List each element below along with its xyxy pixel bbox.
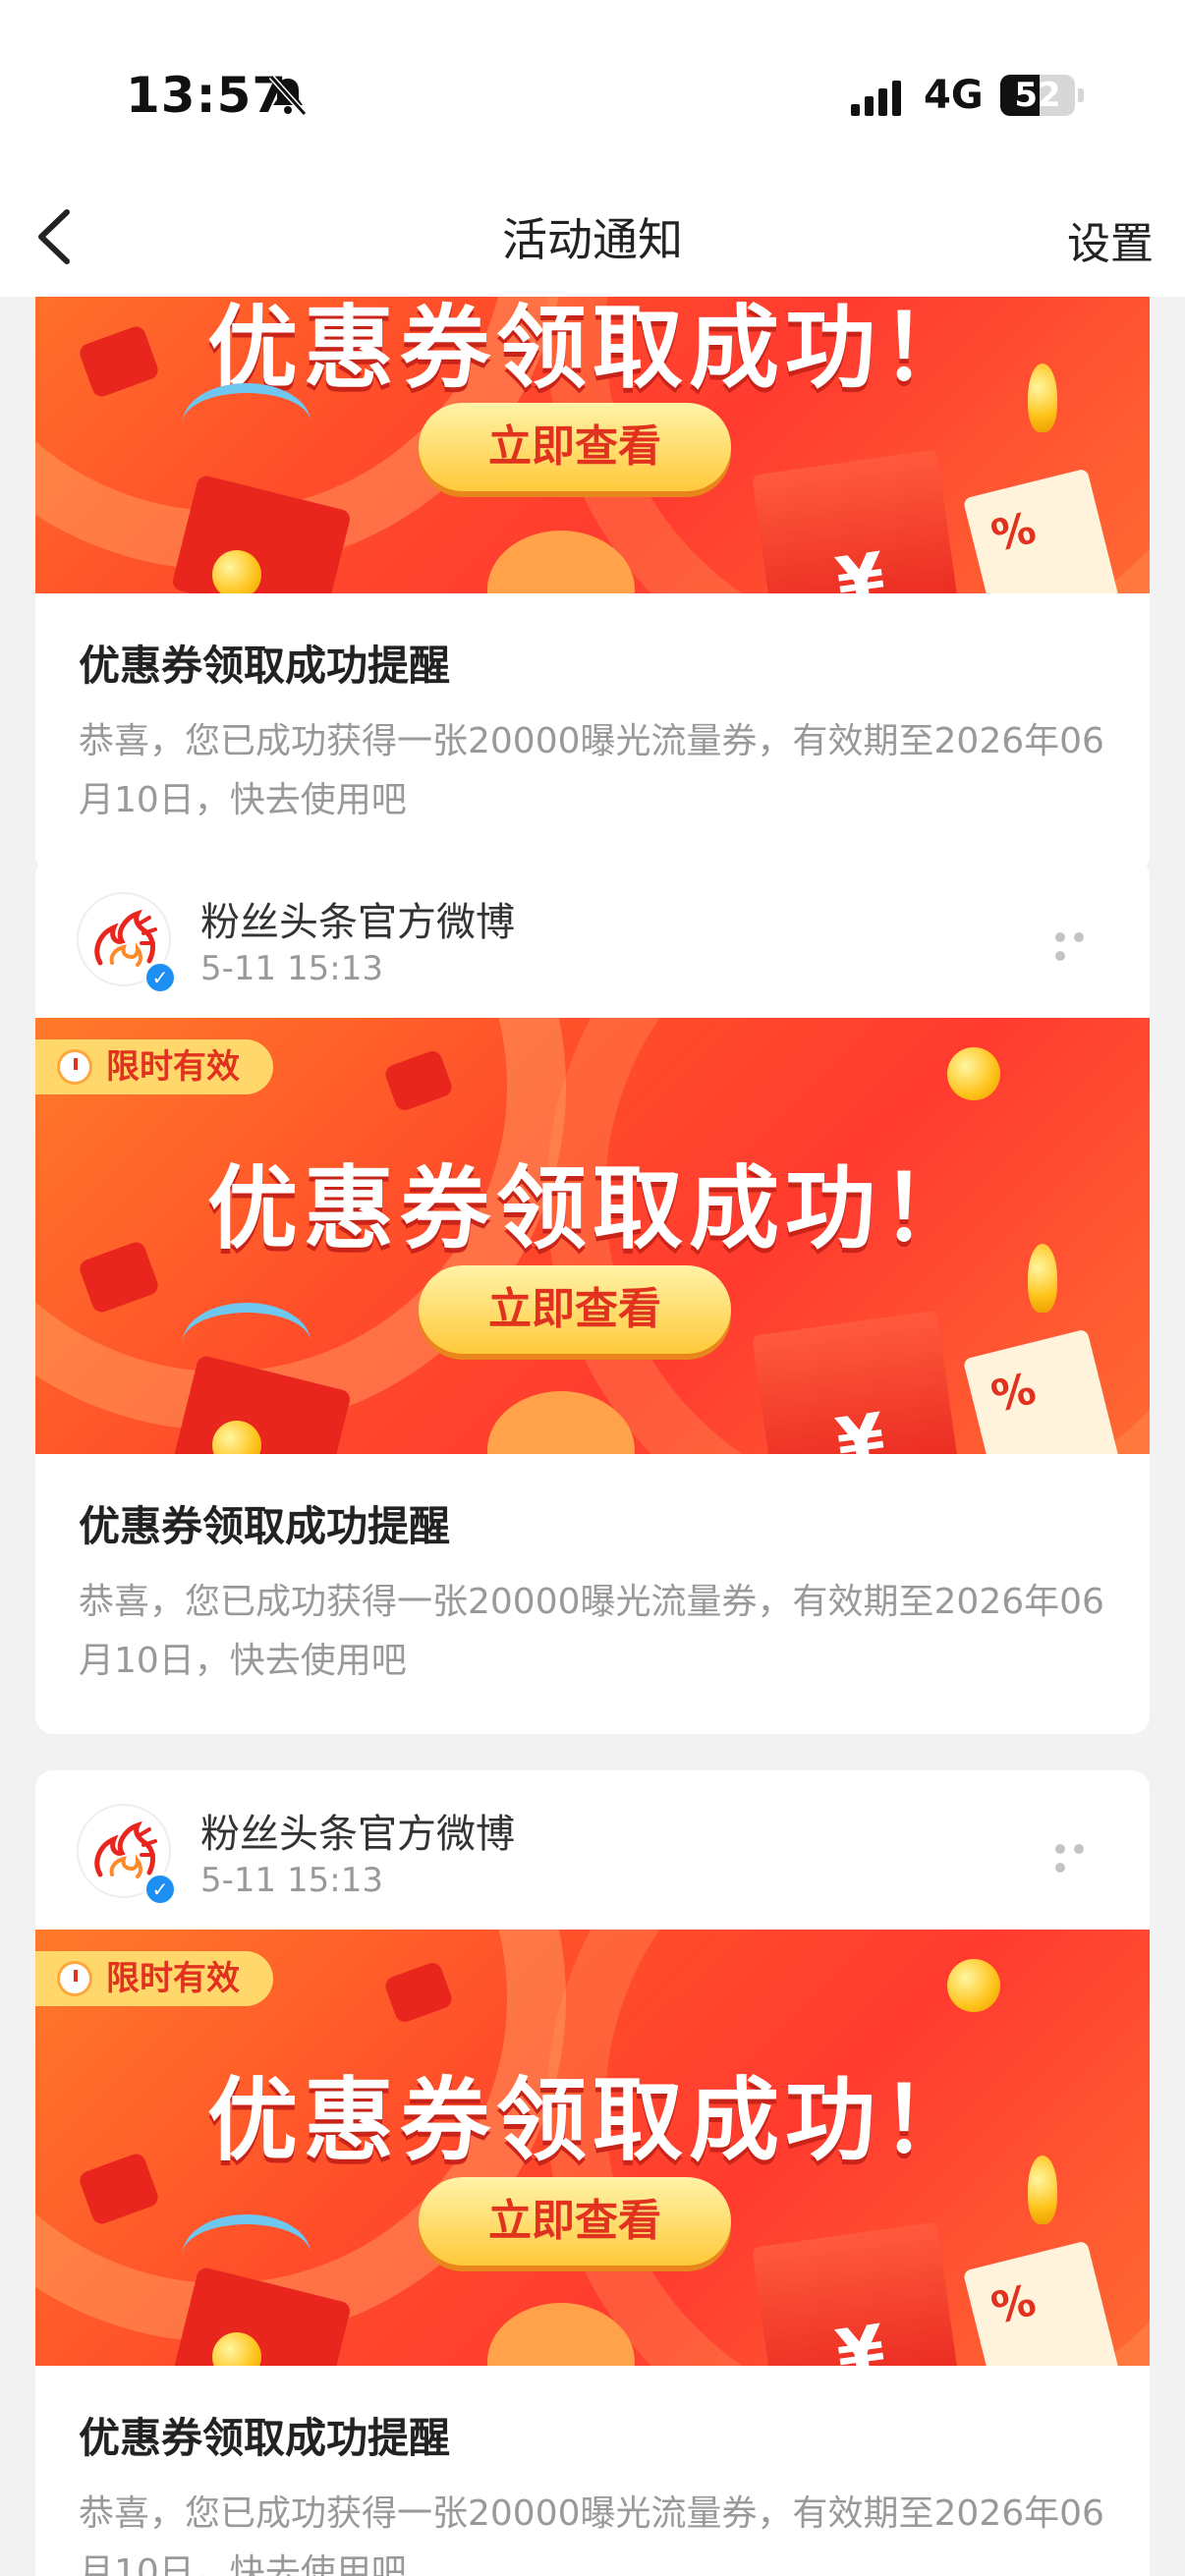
page-title: 活动通知	[502, 213, 683, 266]
card-body: 优惠券领取成功提醒 恭喜，您已成功获得一张20000曝光流量券，有效期至2026…	[35, 1454, 1150, 1734]
more-options-icon[interactable]	[1055, 1839, 1110, 1873]
view-now-button[interactable]: 立即查看	[419, 2177, 731, 2266]
notification-card[interactable]: ✓ 粉丝头条官方微博 5-11 15:13 限时有效 优惠券领取成功！ 立即查看…	[35, 859, 1150, 1734]
account-name[interactable]: 粉丝头条官方微博	[200, 890, 515, 947]
banner-headline: 优惠券领取成功！	[206, 1156, 978, 1261]
verified-badge-icon: ✓	[143, 961, 177, 994]
network-type: 4G	[924, 73, 984, 118]
signal-icon	[851, 81, 901, 116]
card-body: 优惠券领取成功提醒 恭喜，您已成功获得一张20000曝光流量券，有效期至2026…	[35, 2366, 1150, 2576]
verified-badge-icon: ✓	[143, 1873, 177, 1906]
card-title: 优惠券领取成功提醒	[79, 2414, 451, 2462]
card-title: 优惠券领取成功提醒	[79, 1502, 451, 1550]
battery-tip	[1078, 88, 1084, 102]
notification-card[interactable]: ✓ 粉丝头条官方微博 5-11 15:13 限时有效 优惠券领取成功！ 立即查看…	[35, 1770, 1150, 2576]
limited-time-tag: 限时有效	[35, 1951, 273, 2006]
more-options-icon[interactable]	[1055, 927, 1110, 961]
card-header: ✓ 粉丝头条官方微博 5-11 15:13	[35, 1770, 1150, 1930]
card-header: ✓ 粉丝头条官方微博 5-11 15:13	[35, 859, 1150, 1018]
status-bar: 13:57 4G 52	[0, 0, 1185, 177]
account-name[interactable]: 粉丝头条官方微博	[200, 1802, 515, 1859]
card-title: 优惠券领取成功提醒	[79, 642, 451, 690]
notification-card[interactable]: 优惠券领取成功！ 立即查看 ¥ % 优惠券领取成功提醒 恭喜，您已成功获得一张2…	[35, 297, 1150, 873]
view-now-button[interactable]: 立即查看	[419, 1265, 731, 1354]
bell-muted-icon	[268, 74, 308, 117]
card-text: 恭喜，您已成功获得一张20000曝光流量券，有效期至2026年06月10日，快去…	[79, 2493, 1104, 2576]
card-text: 恭喜，您已成功获得一张20000曝光流量券，有效期至2026年06月10日，快去…	[79, 721, 1104, 820]
coupon-banner[interactable]: 限时有效 优惠券领取成功！ 立即查看 ¥ %	[35, 1930, 1150, 2366]
card-body: 优惠券领取成功提醒 恭喜，您已成功获得一张20000曝光流量券，有效期至2026…	[35, 593, 1150, 873]
battery-level: 52	[1014, 76, 1061, 115]
clock-icon	[57, 1049, 92, 1085]
banner-headline: 优惠券领取成功！	[206, 2068, 978, 2173]
clock-icon	[57, 1961, 92, 1996]
notification-feed[interactable]: 优惠券领取成功！ 立即查看 ¥ % 优惠券领取成功提醒 恭喜，您已成功获得一张2…	[0, 297, 1185, 2576]
nav-bar: 活动通知 设置	[0, 177, 1185, 297]
post-time: 5-11 15:13	[200, 949, 383, 988]
view-now-button[interactable]: 立即查看	[419, 403, 731, 491]
battery-icon: 52	[1000, 75, 1075, 116]
banner-headline: 优惠券领取成功！	[206, 297, 978, 401]
coupon-banner[interactable]: 限时有效 优惠券领取成功！ 立即查看 ¥ %	[35, 1018, 1150, 1454]
coupon-banner[interactable]: 优惠券领取成功！ 立即查看 ¥ %	[35, 297, 1150, 593]
clock: 13:57	[126, 67, 288, 124]
post-time: 5-11 15:13	[200, 1861, 383, 1900]
settings-button[interactable]: 设置	[1067, 208, 1154, 271]
limited-time-tag: 限时有效	[35, 1039, 273, 1094]
card-text: 恭喜，您已成功获得一张20000曝光流量券，有效期至2026年06月10日，快去…	[79, 1582, 1104, 1681]
